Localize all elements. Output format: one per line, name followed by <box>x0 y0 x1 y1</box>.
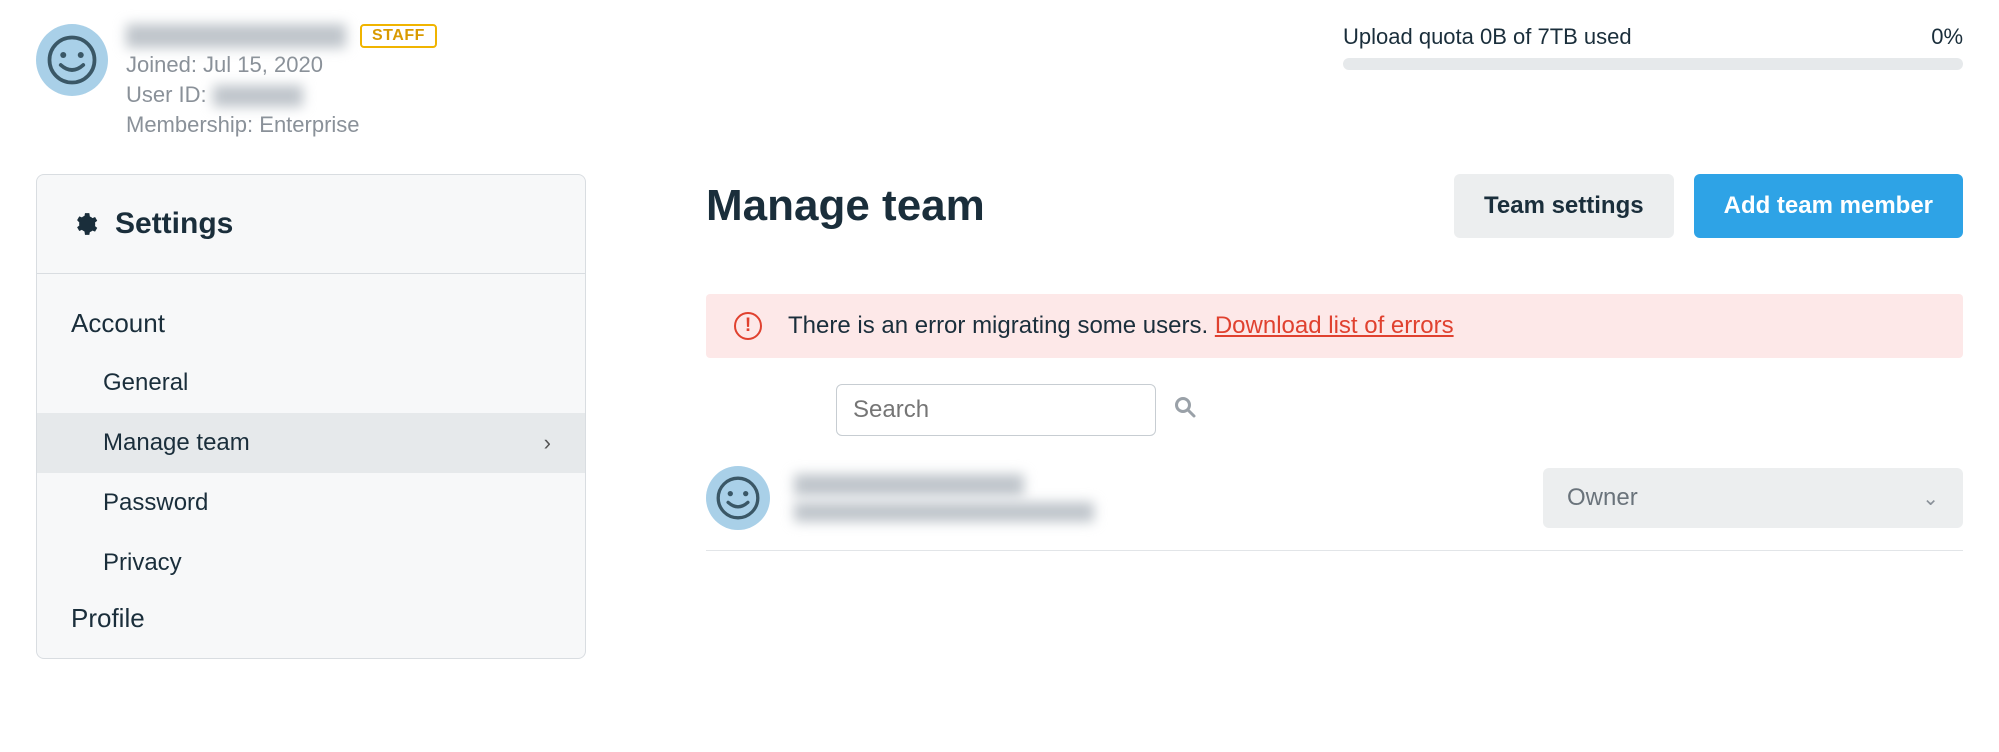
membership-label: Membership: Enterprise <box>126 112 437 138</box>
team-settings-button[interactable]: Team settings <box>1454 174 1674 238</box>
member-avatar <box>706 466 770 530</box>
search-row <box>706 384 1963 436</box>
header-right: Upload quota 0B of 7TB used 0% <box>1343 24 1963 70</box>
alert-message: There is an error migrating some users. <box>788 312 1215 339</box>
quota-row: Upload quota 0B of 7TB used 0% <box>1343 24 1963 50</box>
search-icon[interactable] <box>1173 395 1197 425</box>
sidebar-group-profile[interactable]: Profile <box>37 593 585 648</box>
sidebar-section-account: Account General Manage team › Password P… <box>37 274 585 658</box>
joined-label: Joined: Jul 15, 2020 <box>126 52 437 78</box>
userid-label: User ID: <box>126 82 207 107</box>
member-row: Owner ⌄ <box>706 456 1963 551</box>
quota-text: Upload quota 0B of 7TB used <box>1343 24 1632 50</box>
user-meta: STAFF Joined: Jul 15, 2020 User ID: Memb… <box>126 24 437 138</box>
button-row: Team settings Add team member <box>1454 174 1963 238</box>
search-input[interactable] <box>853 396 1163 424</box>
chevron-down-icon: ⌄ <box>1922 486 1939 511</box>
user-id-redacted <box>213 85 303 107</box>
sidebar-item-label: Manage team <box>103 429 250 457</box>
header-left: STAFF Joined: Jul 15, 2020 User ID: Memb… <box>36 24 437 138</box>
member-info <box>794 474 1519 522</box>
role-select[interactable]: Owner ⌄ <box>1543 468 1963 528</box>
sidebar-item-privacy[interactable]: Privacy <box>37 533 585 593</box>
user-name-redacted <box>126 24 346 48</box>
page-header: STAFF Joined: Jul 15, 2020 User ID: Memb… <box>36 24 1963 138</box>
sidebar: Settings Account General Manage team › P… <box>36 174 586 659</box>
staff-badge: STAFF <box>360 24 437 48</box>
page-head: Manage team Team settings Add team membe… <box>706 174 1963 238</box>
sidebar-title: Settings <box>115 207 233 241</box>
user-name-row: STAFF <box>126 24 437 48</box>
role-value: Owner <box>1567 484 1638 512</box>
quota-bar <box>1343 58 1963 70</box>
layout: Settings Account General Manage team › P… <box>36 174 1963 659</box>
userid-row: User ID: <box>126 82 437 108</box>
member-email-redacted <box>794 502 1094 522</box>
add-team-member-button[interactable]: Add team member <box>1694 174 1963 238</box>
search-box[interactable] <box>836 384 1156 436</box>
sidebar-item-general[interactable]: General <box>37 353 585 413</box>
member-name-redacted <box>794 474 1024 496</box>
sidebar-item-label: Privacy <box>103 549 182 577</box>
alert-text: There is an error migrating some users. … <box>788 312 1454 340</box>
error-alert: ! There is an error migrating some users… <box>706 294 1963 358</box>
smiley-icon <box>47 35 97 85</box>
sidebar-item-label: Password <box>103 489 208 517</box>
alert-icon: ! <box>734 312 762 340</box>
download-errors-link[interactable]: Download list of errors <box>1215 312 1454 339</box>
sidebar-group-account[interactable]: Account <box>37 298 585 353</box>
main-content: Manage team Team settings Add team membe… <box>706 174 1963 551</box>
chevron-right-icon: › <box>544 430 551 456</box>
page-title: Manage team <box>706 181 985 231</box>
gear-icon <box>71 210 99 238</box>
sidebar-item-label: General <box>103 369 188 397</box>
sidebar-item-manage-team[interactable]: Manage team › <box>37 413 585 473</box>
smiley-icon <box>716 476 760 520</box>
sidebar-item-password[interactable]: Password <box>37 473 585 533</box>
sidebar-header: Settings <box>37 175 585 274</box>
user-avatar <box>36 24 108 96</box>
quota-pct: 0% <box>1931 24 1963 50</box>
